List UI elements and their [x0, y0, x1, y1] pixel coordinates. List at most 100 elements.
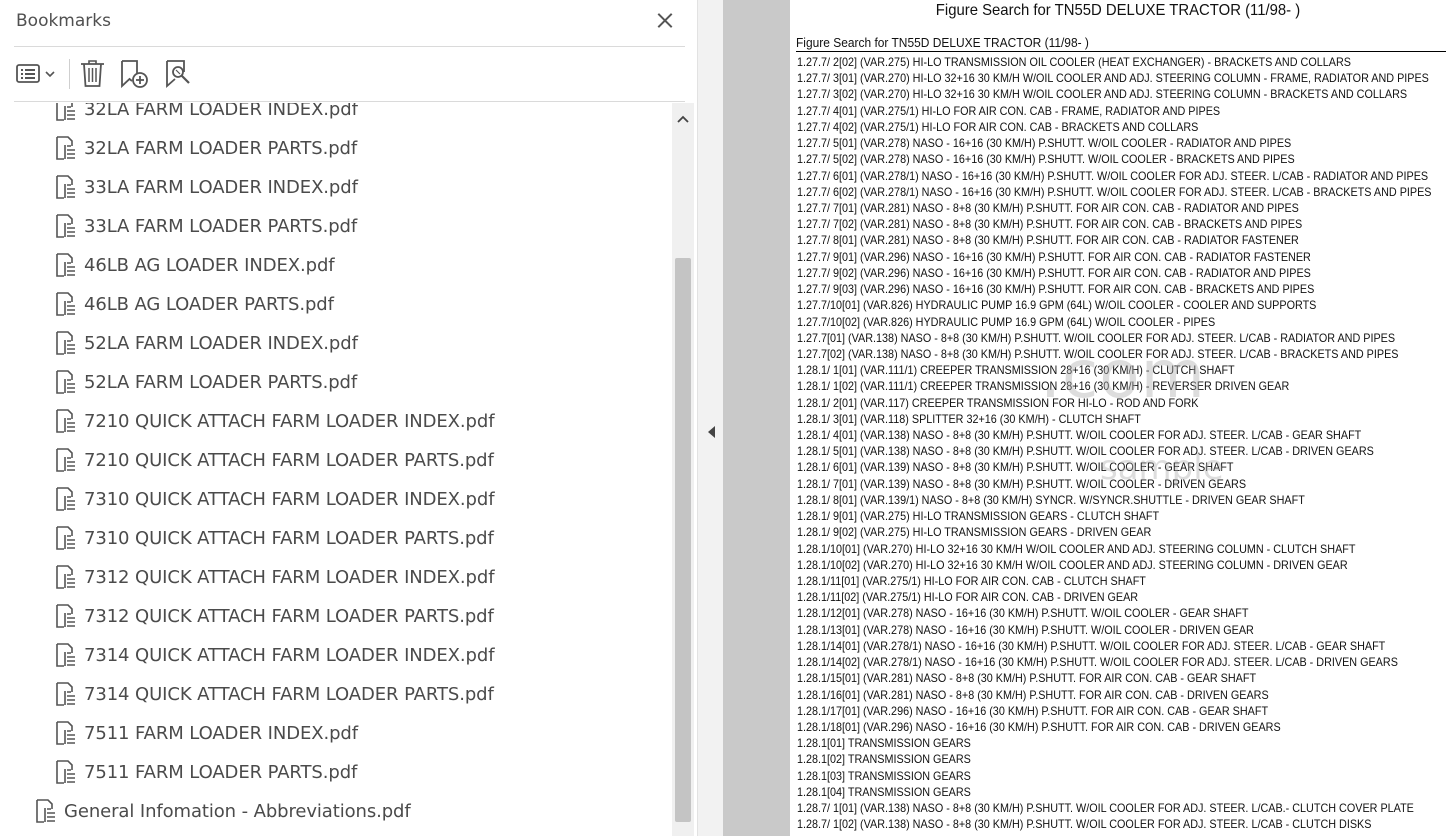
bookmark-label: 32LA FARM LOADER PARTS.pdf — [84, 137, 358, 159]
bookmark-doc-icon — [56, 253, 75, 277]
figure-entry[interactable]: 1.27.7/ 4[02] (VAR.275/1) HI-LO FOR AIR … — [797, 119, 1432, 135]
figure-entry[interactable]: 1.28.1/ 5[01] (VAR.138) NASO - 8+8 (30 K… — [797, 443, 1432, 459]
bookmark-item[interactable]: 32LA FARM LOADER INDEX.pdf — [55, 103, 358, 127]
delete-bookmark-button[interactable] — [78, 57, 108, 91]
bookmark-item[interactable]: 7210 QUICK ATTACH FARM LOADER PARTS.pdf — [55, 442, 494, 478]
figure-entry[interactable]: 1.28.1/14[01] (VAR.278/1) NASO - 16+16 (… — [797, 638, 1432, 654]
figure-entry[interactable]: 1.27.7/ 9[02] (VAR.296) NASO - 16+16 (30… — [797, 265, 1432, 281]
figure-entry[interactable]: 1.28.1/11[01] (VAR.275/1) HI-LO FOR AIR … — [797, 573, 1432, 589]
bookmark-doc-icon — [56, 448, 75, 472]
toolbar-separator — [69, 59, 70, 89]
bookmark-item[interactable]: 32LA FARM LOADER PARTS.pdf — [55, 130, 357, 166]
scroll-thumb[interactable] — [675, 258, 691, 822]
bookmark-item[interactable]: 33LA FARM LOADER INDEX.pdf — [55, 169, 358, 205]
figure-list: 1.27.7/ 2[02] (VAR.275) HI-LO TRANSMISSI… — [797, 54, 1446, 833]
bookmark-item[interactable]: 7310 QUICK ATTACH FARM LOADER PARTS.pdf — [55, 520, 494, 556]
figure-entry[interactable]: 1.28.1/ 1[01] (VAR.111/1) CREEPER TRANSM… — [797, 362, 1432, 378]
bookmark-item[interactable]: 52LA FARM LOADER PARTS.pdf — [55, 364, 357, 400]
find-current-bookmark-button[interactable] — [162, 57, 196, 91]
bookmark-item[interactable]: 7314 QUICK ATTACH FARM LOADER PARTS.pdf — [55, 676, 494, 712]
figure-entry[interactable]: 1.28.1/ 1[02] (VAR.111/1) CREEPER TRANSM… — [797, 378, 1432, 394]
document-heading: Figure Search for TN55D DELUXE TRACTOR (… — [935, 2, 1301, 19]
bookmark-item[interactable]: 7312 QUICK ATTACH FARM LOADER INDEX.pdf — [55, 559, 495, 595]
bookmark-label: 32LA FARM LOADER INDEX.pdf — [84, 103, 358, 120]
bookmark-item[interactable]: 52LA FARM LOADER INDEX.pdf — [55, 325, 358, 361]
bookmark-doc-icon — [36, 799, 55, 823]
bookmark-item[interactable]: 46LB AG LOADER INDEX.pdf — [55, 247, 335, 283]
figure-entry[interactable]: 1.27.7/ 9[01] (VAR.296) NASO - 16+16 (30… — [797, 249, 1432, 265]
figure-entry[interactable]: 1.27.7[01] (VAR.138) NASO - 8+8 (30 KM/H… — [797, 330, 1432, 346]
figure-entry[interactable]: 1.28.1/ 8[01] (VAR.139/1) NASO - 8+8 (30… — [797, 492, 1432, 508]
bookmark-item[interactable]: 7210 QUICK ATTACH FARM LOADER INDEX.pdf — [55, 403, 495, 439]
figure-entry[interactable]: 1.27.7/ 6[02] (VAR.278/1) NASO - 16+16 (… — [797, 184, 1432, 200]
figure-entry[interactable]: 1.28.1/ 4[01] (VAR.138) NASO - 8+8 (30 K… — [797, 427, 1432, 443]
bookmark-label: 7312 QUICK ATTACH FARM LOADER PARTS.pdf — [84, 605, 494, 627]
scroll-up-button[interactable] — [672, 108, 694, 130]
document-subheading: Figure Search for TN55D DELUXE TRACTOR (… — [796, 35, 1089, 50]
bookmark-doc-icon — [56, 292, 75, 316]
figure-entry[interactable]: 1.28.1/ 3[01] (VAR.118) SPLITTER 32+16 (… — [797, 411, 1432, 427]
bookmark-list[interactable]: 32LA FARM LOADER INDEX.pdf 32LA FARM LOA… — [0, 103, 672, 836]
divider — [14, 101, 685, 102]
figure-entry[interactable]: 1.28.1/15[01] (VAR.281) NASO - 8+8 (30 K… — [797, 670, 1432, 686]
figure-entry[interactable]: 1.28.1/18[01] (VAR.296) NASO - 16+16 (30… — [797, 719, 1432, 735]
bookmark-label: 7310 QUICK ATTACH FARM LOADER PARTS.pdf — [84, 527, 494, 549]
new-bookmark-button[interactable] — [118, 57, 152, 91]
figure-entry[interactable]: 1.28.1[04] TRANSMISSION GEARS — [797, 784, 1432, 800]
figure-entry[interactable]: 1.27.7/ 7[02] (VAR.281) NASO - 8+8 (30 K… — [797, 216, 1432, 232]
bookmark-doc-icon — [56, 643, 75, 667]
figure-entry[interactable]: 1.27.7/ 3[01] (VAR.270) HI-LO 32+16 30 K… — [797, 70, 1432, 86]
bookmark-item[interactable]: 7511 FARM LOADER PARTS.pdf — [55, 754, 357, 790]
bookmark-item[interactable]: 7310 QUICK ATTACH FARM LOADER INDEX.pdf — [55, 481, 495, 517]
figure-entry[interactable]: 1.28.1/ 7[01] (VAR.139) NASO - 8+8 (30 K… — [797, 476, 1432, 492]
figure-entry[interactable]: 1.27.7/ 4[01] (VAR.275/1) HI-LO FOR AIR … — [797, 103, 1432, 119]
collapse-panel-button[interactable] — [705, 420, 719, 444]
figure-entry[interactable]: 1.28.7/ 1[01] (VAR.138) NASO - 8+8 (30 K… — [797, 800, 1432, 816]
bookmarks-panel: Bookmarks 32LA FARM LOADER INDEX.pdf 32L… — [0, 0, 697, 836]
figure-entry[interactable]: 1.27.7/10[02] (VAR.826) HYDRAULIC PUMP 1… — [797, 314, 1432, 330]
figure-entry[interactable]: 1.27.7/ 2[02] (VAR.275) HI-LO TRANSMISSI… — [797, 54, 1432, 70]
bookmark-doc-icon — [56, 682, 75, 706]
bookmark-item[interactable]: 7312 QUICK ATTACH FARM LOADER PARTS.pdf — [55, 598, 494, 634]
figure-entry[interactable]: 1.28.1[02] TRANSMISSION GEARS — [797, 751, 1432, 767]
figure-entry[interactable]: 1.28.1[03] TRANSMISSION GEARS — [797, 768, 1432, 784]
figure-entry[interactable]: 1.28.1/17[01] (VAR.296) NASO - 16+16 (30… — [797, 703, 1432, 719]
figure-entry[interactable]: 1.28.1/12[01] (VAR.278) NASO - 16+16 (30… — [797, 605, 1432, 621]
figure-entry[interactable]: 1.27.7/ 6[01] (VAR.278/1) NASO - 16+16 (… — [797, 168, 1432, 184]
figure-entry[interactable]: 1.28.1/ 9[02] (VAR.275) HI-LO TRANSMISSI… — [797, 524, 1432, 540]
figure-entry[interactable]: 1.27.7/10[01] (VAR.826) HYDRAULIC PUMP 1… — [797, 297, 1432, 313]
bookmark-doc-icon — [56, 370, 75, 394]
figure-entry[interactable]: 1.28.7/ 1[02] (VAR.138) NASO - 8+8 (30 K… — [797, 816, 1432, 832]
bookmark-label: 7310 QUICK ATTACH FARM LOADER INDEX.pdf — [84, 488, 495, 510]
figure-entry[interactable]: 1.27.7/ 8[01] (VAR.281) NASO - 8+8 (30 K… — [797, 232, 1432, 248]
panel-splitter[interactable] — [697, 0, 723, 836]
figure-entry[interactable]: 1.27.7/ 5[01] (VAR.278) NASO - 16+16 (30… — [797, 135, 1432, 151]
figure-entry[interactable]: 1.28.1/11[02] (VAR.275/1) HI-LO FOR AIR … — [797, 589, 1432, 605]
figure-entry[interactable]: 1.27.7/ 3[02] (VAR.270) HI-LO 32+16 30 K… — [797, 86, 1432, 102]
figure-entry[interactable]: 1.28.1/ 2[01] (VAR.117) CREEPER TRANSMIS… — [797, 395, 1432, 411]
list-options-icon — [16, 64, 55, 83]
figure-entry[interactable]: 1.27.7[02] (VAR.138) NASO - 8+8 (30 KM/H… — [797, 346, 1432, 362]
bookmark-item[interactable]: 7511 FARM LOADER INDEX.pdf — [55, 715, 358, 751]
bookmark-label: 7314 QUICK ATTACH FARM LOADER PARTS.pdf — [84, 683, 494, 705]
figure-entry[interactable]: 1.28.1/10[01] (VAR.270) HI-LO 32+16 30 K… — [797, 541, 1432, 557]
figure-entry[interactable]: 1.28.1/16[01] (VAR.281) NASO - 8+8 (30 K… — [797, 687, 1432, 703]
bookmark-item[interactable]: General Infomation - Abbreviations.pdf — [35, 793, 411, 829]
figure-entry[interactable]: 1.28.1/14[02] (VAR.278/1) NASO - 16+16 (… — [797, 654, 1432, 670]
bookmark-doc-icon — [56, 721, 75, 745]
bookmark-item[interactable]: 33LA FARM LOADER PARTS.pdf — [55, 208, 357, 244]
list-options-button[interactable] — [14, 57, 60, 91]
figure-entry[interactable]: 1.27.7/ 5[02] (VAR.278) NASO - 16+16 (30… — [797, 151, 1432, 167]
figure-entry[interactable]: 1.28.1/13[01] (VAR.278) NASO - 16+16 (30… — [797, 622, 1432, 638]
close-icon[interactable] — [652, 8, 678, 34]
bookmark-label: 7314 QUICK ATTACH FARM LOADER INDEX.pdf — [84, 644, 495, 666]
figure-entry[interactable]: 1.28.1/ 6[01] (VAR.139) NASO - 8+8 (30 K… — [797, 459, 1432, 475]
figure-entry[interactable]: 1.27.7/ 7[01] (VAR.281) NASO - 8+8 (30 K… — [797, 200, 1432, 216]
bookmark-item[interactable]: 46LB AG LOADER PARTS.pdf — [55, 286, 334, 322]
figure-entry[interactable]: 1.28.1/ 9[01] (VAR.275) HI-LO TRANSMISSI… — [797, 508, 1432, 524]
figure-entry[interactable]: 1.27.7/ 9[03] (VAR.296) NASO - 16+16 (30… — [797, 281, 1432, 297]
bookmark-doc-icon — [56, 487, 75, 511]
figure-entry[interactable]: 1.28.1/10[02] (VAR.270) HI-LO 32+16 30 K… — [797, 557, 1432, 573]
bookmark-item[interactable]: 7314 QUICK ATTACH FARM LOADER INDEX.pdf — [55, 637, 495, 673]
figure-entry[interactable]: 1.28.1[01] TRANSMISSION GEARS — [797, 735, 1432, 751]
